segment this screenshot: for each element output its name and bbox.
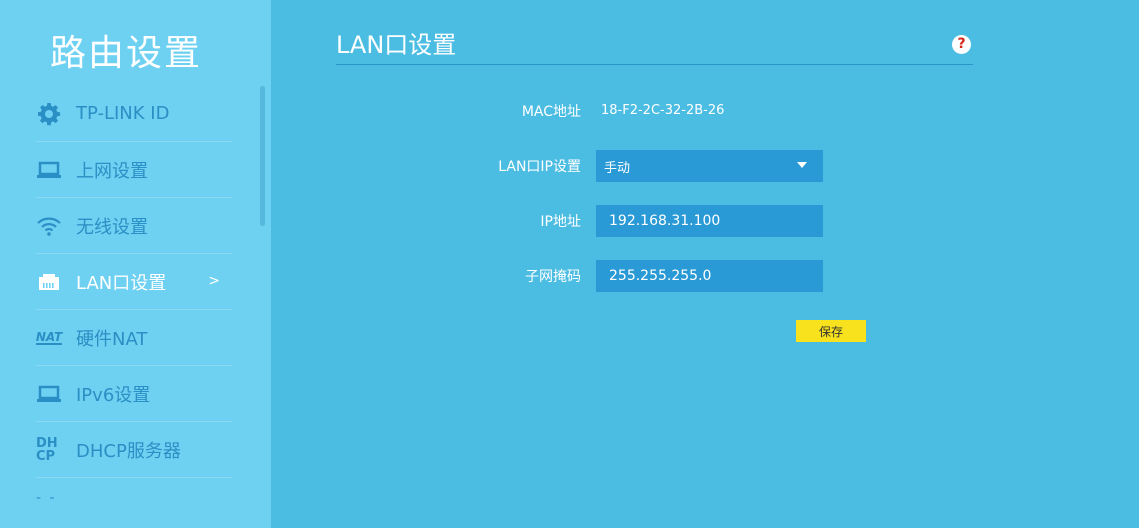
sidebar-scrollbar[interactable] (260, 86, 265, 226)
gear-icon (36, 101, 62, 127)
sidebar-item-label: LAN口设置 (76, 272, 167, 294)
lan-ip-mode-select[interactable]: 手动 (596, 150, 823, 182)
wifi-icon (36, 213, 62, 239)
sidebar-nav: TP-LINK ID 上网设置 无线设置 LAN口设置 > NAT 硬件NAT (35, 86, 232, 478)
sidebar-item-lan-settings[interactable]: LAN口设置 > (36, 254, 232, 310)
sidebar-item-wireless-settings[interactable]: 无线设置 (36, 198, 232, 254)
dhcp-icon-text-bottom: CP (36, 448, 56, 464)
laptop-icon (36, 381, 62, 407)
save-button[interactable]: 保存 (796, 320, 866, 342)
sidebar-item-ipv6-settings[interactable]: IPv6设置 (36, 366, 232, 422)
dhcp-icon: DH CP (36, 437, 62, 463)
page-title: LAN口设置 (336, 31, 457, 59)
mac-address-label: MAC地址 (521, 104, 581, 120)
lan-ip-mode-label: LAN口IP设置 (498, 159, 581, 175)
mac-address-value: 18-F2-2C-32-2B-26 (601, 103, 725, 118)
help-icon[interactable]: ? (952, 35, 971, 54)
sidebar-item-hardware-nat[interactable]: NAT 硬件NAT (35, 310, 232, 366)
dhcp-icon-text-top: DH (36, 435, 58, 451)
title-divider (336, 64, 973, 65)
nat-icon: NAT (35, 325, 63, 351)
subnet-mask-input[interactable] (596, 260, 823, 292)
subnet-mask-label: 子网掩码 (525, 269, 581, 285)
sidebar-item-label: 上网设置 (76, 160, 148, 182)
ethernet-port-icon (36, 269, 62, 295)
sidebar-item-tplink-id[interactable]: TP-LINK ID (36, 86, 232, 142)
sidebar-item-label: DHCP服务器 (76, 440, 181, 462)
sidebar-item-label: 硬件NAT (76, 328, 148, 350)
nat-icon-text: NAT (35, 329, 63, 345)
sidebar-item-internet-settings[interactable]: 上网设置 (36, 142, 232, 198)
sidebar-item-label: IPv6设置 (76, 384, 151, 406)
chevron-down-icon (797, 162, 807, 168)
sidebar-item-label: 无线设置 (76, 216, 148, 238)
ip-address-label: IP地址 (540, 214, 581, 230)
laptop-icon (36, 157, 62, 183)
sidebar-item-dhcp-server[interactable]: DH CP DHCP服务器 (36, 422, 232, 478)
sidebar-title: 路由设置 (50, 33, 203, 74)
lan-ip-mode-value: 手动 (604, 160, 631, 176)
sidebar-more-indicator: - - (36, 490, 57, 506)
main-content: LAN口设置 ? MAC地址 18-F2-2C-32-2B-26 LAN口IP设… (271, 0, 1139, 528)
sidebar: 路由设置 TP-LINK ID 上网设置 无线设置 LAN口设置 > NAT 硬… (0, 0, 271, 528)
sidebar-item-label: TP-LINK ID (76, 103, 170, 124)
ip-address-input[interactable] (596, 205, 823, 237)
active-arrow-icon: > (208, 273, 220, 289)
